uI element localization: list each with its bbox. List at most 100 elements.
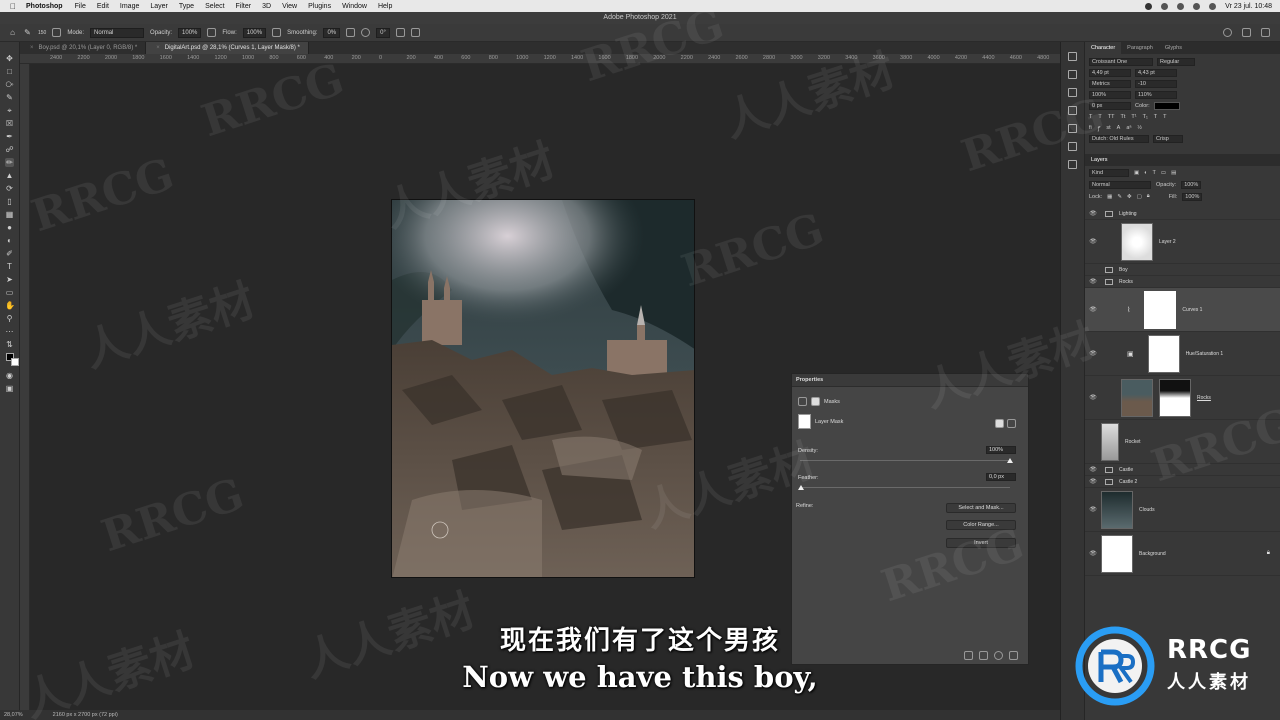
search-icon[interactable] bbox=[1223, 28, 1232, 37]
layer-row-rocks[interactable]: 👁︎ Rocks bbox=[1085, 376, 1280, 420]
layer-mask-preview[interactable] bbox=[798, 414, 811, 429]
layer-blend-mode-select[interactable]: Normal bbox=[1089, 180, 1151, 189]
dodge-tool-icon[interactable]: ◐ bbox=[5, 236, 14, 245]
menu-help[interactable]: Help bbox=[378, 3, 392, 10]
density-input[interactable]: 100% bbox=[986, 446, 1016, 454]
small-caps-icon[interactable]: Tt bbox=[1120, 114, 1125, 120]
font-family-select[interactable]: Croissant One bbox=[1089, 58, 1153, 66]
layer-filter-select[interactable]: Kind bbox=[1089, 168, 1129, 177]
home-icon[interactable]: ⌂ bbox=[8, 28, 17, 37]
paragraph-icon[interactable] bbox=[1068, 142, 1077, 151]
invert-button[interactable]: Invert bbox=[946, 538, 1016, 548]
visibility-eye-icon[interactable]: 👁︎ bbox=[1085, 506, 1101, 513]
lock-paint-icon[interactable]: ✎ bbox=[1117, 194, 1122, 200]
opacity-input[interactable]: 100% bbox=[178, 27, 202, 38]
brush-settings-icon[interactable] bbox=[52, 28, 62, 37]
swash-icon[interactable]: ꝭ bbox=[1098, 124, 1101, 132]
eyedropper-tool-icon[interactable]: ✒ bbox=[5, 132, 14, 141]
background-color-swatch[interactable] bbox=[10, 358, 19, 366]
font-style-select[interactable]: Regular bbox=[1157, 58, 1195, 66]
blur-tool-icon[interactable]: ● bbox=[5, 223, 14, 232]
brush-size[interactable]: 150 bbox=[38, 30, 46, 36]
zoom-tool-icon[interactable]: ⚲ bbox=[5, 314, 14, 323]
document-canvas[interactable] bbox=[391, 199, 695, 578]
visibility-eye-icon[interactable]: 👁︎ bbox=[1085, 394, 1101, 401]
brush-tool-icon[interactable]: ✏ bbox=[5, 158, 14, 167]
strikethrough-icon[interactable]: T bbox=[1163, 114, 1166, 120]
stamp-tool-icon[interactable]: ▲ bbox=[5, 171, 14, 180]
pressure-opacity-icon[interactable] bbox=[207, 28, 217, 37]
layers-panel-title[interactable]: Layers bbox=[1085, 154, 1280, 166]
leading-input[interactable]: 4,43 pt bbox=[1135, 69, 1177, 77]
tab-boy[interactable]: × Boy.psd @ 20,1% (Layer 0, RGB/8) * bbox=[20, 42, 147, 54]
mode-select[interactable]: Normal bbox=[90, 27, 145, 38]
filter-shape-icon[interactable]: ▭ bbox=[1161, 170, 1166, 176]
document-size[interactable]: 2160 px x 2700 px (72 ppi) bbox=[53, 712, 118, 718]
menu-3d[interactable]: 3D bbox=[262, 3, 271, 10]
density-slider-handle[interactable] bbox=[1007, 458, 1013, 463]
zoom-level[interactable]: 28,07% bbox=[4, 712, 23, 718]
lock-artboard-icon[interactable]: ▢ bbox=[1137, 194, 1142, 200]
marquee-tool-icon[interactable]: □ bbox=[5, 67, 14, 76]
screen-mode-icon[interactable]: ▣ bbox=[5, 384, 14, 393]
quick-select-tool-icon[interactable]: ✎ bbox=[5, 93, 14, 102]
glyphs-icon[interactable] bbox=[1068, 160, 1077, 169]
add-pixel-mask-icon[interactable] bbox=[995, 419, 1004, 428]
character-icon[interactable] bbox=[1068, 124, 1077, 133]
baseline-input[interactable]: 0 px bbox=[1089, 102, 1131, 110]
faux-italic-icon[interactable]: T bbox=[1098, 114, 1101, 120]
menu-image[interactable]: Image bbox=[120, 3, 139, 10]
tab-digitalart[interactable]: × DigitalArt.psd @ 28,1% (Curves 1, Layer… bbox=[146, 42, 309, 54]
menu-select[interactable]: Select bbox=[205, 3, 224, 10]
visibility-eye-icon[interactable]: 👁︎ bbox=[1085, 278, 1101, 285]
select-and-mask-button[interactable]: Select and Mask... bbox=[946, 503, 1016, 513]
layer-row-rocks-group[interactable]: 👁︎ Rocks bbox=[1085, 276, 1280, 288]
add-vector-mask-icon[interactable] bbox=[1007, 419, 1016, 428]
faux-bold-icon[interactable]: T bbox=[1089, 114, 1092, 120]
filter-adjust-icon[interactable]: ◐ bbox=[1144, 170, 1147, 176]
visibility-eye-icon[interactable]: 👁︎ bbox=[1085, 210, 1101, 217]
horizontal-scale-input[interactable]: 110% bbox=[1135, 91, 1177, 99]
menu-plugins[interactable]: Plugins bbox=[308, 3, 331, 10]
crop-tool-icon[interactable]: ⌖ bbox=[5, 106, 14, 115]
tab-glyphs[interactable]: Glyphs bbox=[1159, 42, 1188, 54]
fraction-icon[interactable]: ½ bbox=[1137, 125, 1142, 131]
layer-mask-thumbnail[interactable] bbox=[1159, 378, 1191, 417]
mask-icon[interactable] bbox=[811, 397, 820, 406]
underline-icon[interactable]: T bbox=[1154, 114, 1157, 120]
visibility-eye-icon[interactable]: 👁︎ bbox=[1085, 466, 1101, 473]
horizontal-ruler[interactable]: 2400 2200 2000 1800 1600 1400 1200 1000 800 600 40… bbox=[20, 54, 1060, 64]
filter-type-icon[interactable]: T bbox=[1153, 170, 1156, 176]
language-select[interactable]: Dutch: Old Rules bbox=[1089, 135, 1149, 143]
layer-opacity-input[interactable]: 100% bbox=[1181, 180, 1202, 189]
filter-smart-icon[interactable]: ▤ bbox=[1171, 170, 1176, 176]
layer-mask-thumbnail[interactable] bbox=[1144, 290, 1177, 329]
layer-row-curves1[interactable]: 👁︎ ⌇ Curves 1 bbox=[1085, 288, 1280, 332]
color-range-button[interactable]: Color Range... bbox=[946, 520, 1016, 530]
density-slider[interactable] bbox=[800, 460, 1010, 461]
font-size-input[interactable]: 4,49 pt bbox=[1089, 69, 1131, 77]
layer-row-huesat1[interactable]: 👁︎ ▣ Hue/Saturation 1 bbox=[1085, 332, 1280, 376]
vertical-ruler[interactable] bbox=[20, 64, 30, 710]
lock-icon[interactable]: 🔒︎ bbox=[1267, 550, 1270, 557]
fill-input[interactable]: 100% bbox=[1182, 192, 1203, 201]
type-tool-icon[interactable]: T bbox=[5, 262, 14, 271]
properties-title[interactable]: Properties bbox=[792, 374, 1028, 387]
history-icon[interactable] bbox=[1068, 52, 1077, 61]
menu-file[interactable]: File bbox=[75, 3, 86, 10]
layer-row-castle2[interactable]: 👁︎ Castle 2 bbox=[1085, 476, 1280, 488]
titling-icon[interactable]: A bbox=[1117, 125, 1121, 131]
flow-input[interactable]: 100% bbox=[242, 27, 267, 38]
wifi-icon[interactable] bbox=[1193, 2, 1201, 10]
lock-move-icon[interactable]: ✥ bbox=[1127, 194, 1132, 200]
shape-tool-icon[interactable]: ▭ bbox=[5, 288, 14, 297]
lock-pixels-icon[interactable]: ▦ bbox=[1107, 194, 1112, 200]
dropbox-icon[interactable] bbox=[1161, 2, 1169, 10]
smoothing-input[interactable]: 0% bbox=[323, 27, 341, 38]
layer-row-clouds[interactable]: 👁︎ Clouds bbox=[1085, 488, 1280, 532]
brush-tool-icon[interactable]: ✎ bbox=[23, 28, 32, 37]
visibility-eye-icon[interactable]: 👁︎ bbox=[1085, 238, 1101, 245]
foreground-color-swatch[interactable] bbox=[5, 353, 19, 366]
layer-mask-thumbnail[interactable] bbox=[1147, 334, 1180, 373]
menu-edit[interactable]: Edit bbox=[97, 3, 109, 10]
